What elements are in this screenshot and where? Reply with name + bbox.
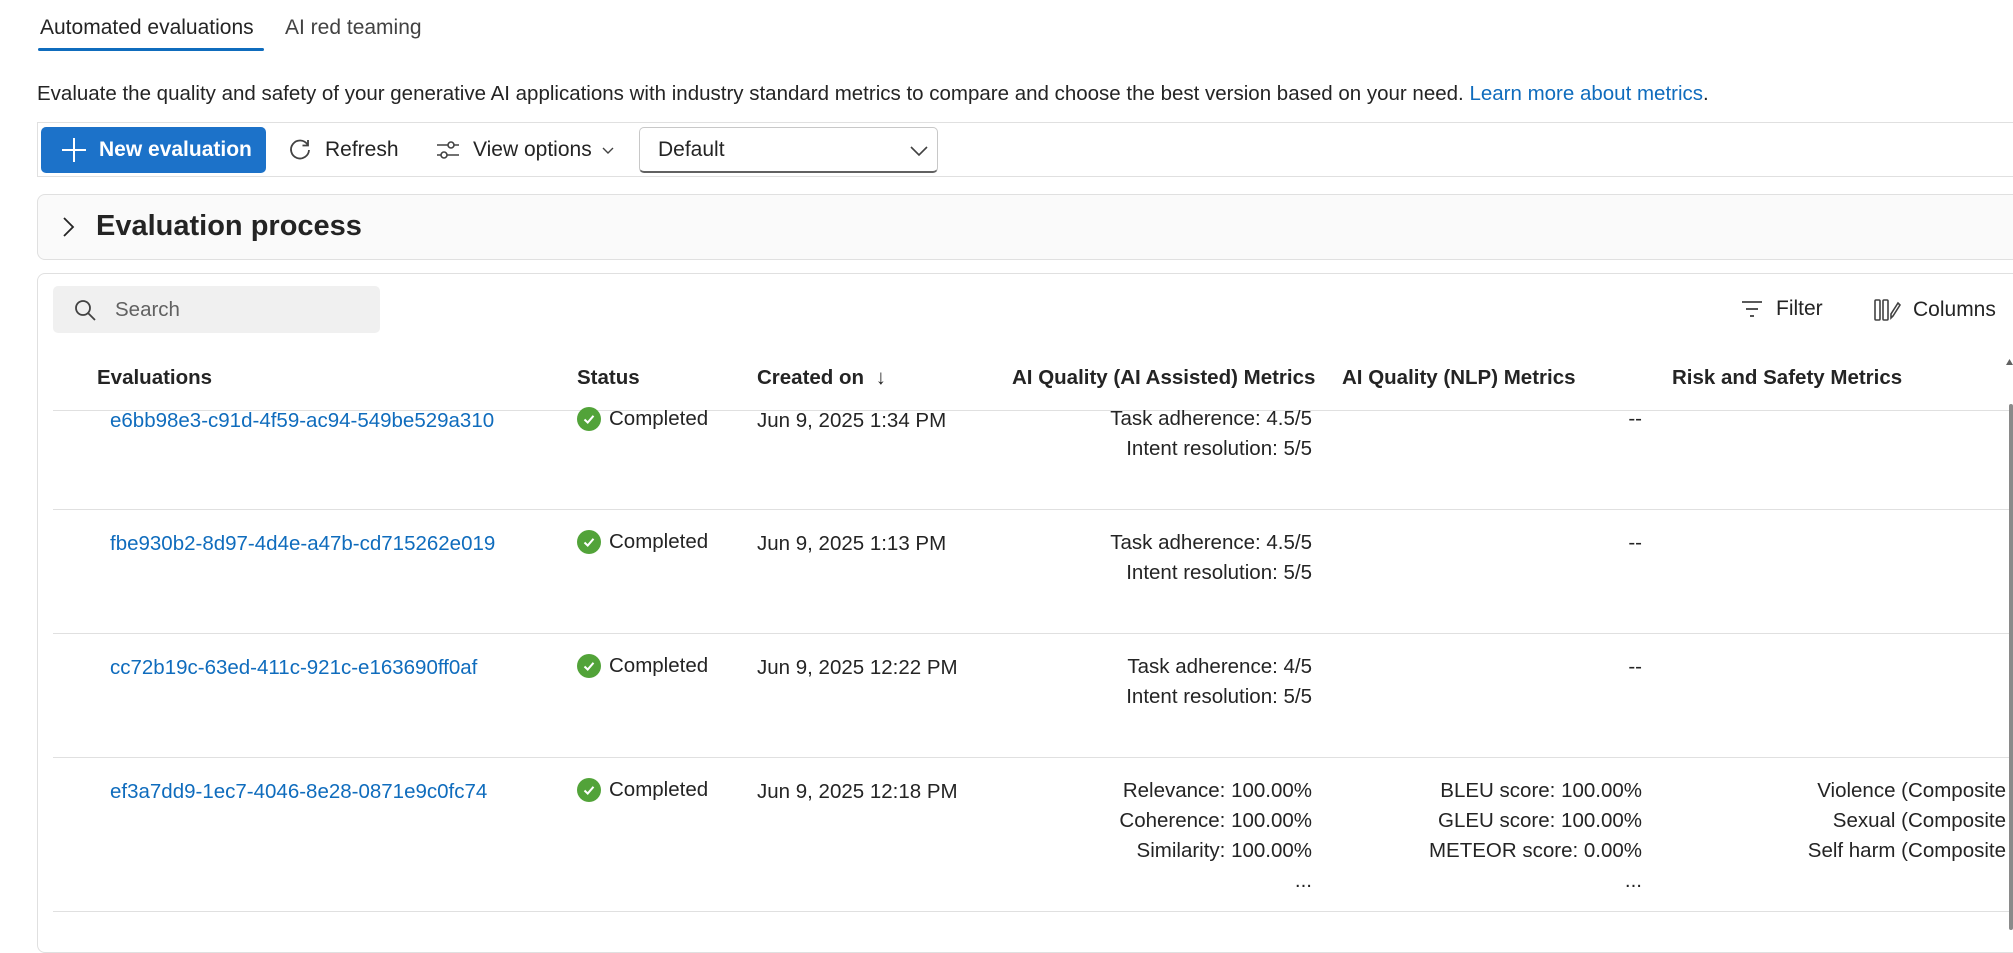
created-on-cell: Jun 9, 2025 12:22 PM bbox=[757, 656, 958, 679]
view-select-value: Default bbox=[658, 137, 725, 161]
status-text: Completed bbox=[609, 407, 709, 430]
new-evaluation-label: New evaluation bbox=[99, 138, 252, 161]
metric-value: -- bbox=[1628, 407, 1642, 430]
nlp-metrics-cell: -- bbox=[1628, 528, 1642, 558]
status-text: Completed bbox=[609, 778, 709, 801]
metric-value: Intent resolution: 5/5 bbox=[1126, 685, 1312, 708]
status-text: Completed bbox=[609, 654, 709, 677]
view-options-button[interactable]: View options bbox=[435, 127, 628, 173]
search-input[interactable]: Search bbox=[115, 298, 180, 322]
nlp-metrics-cell: BLEU score: 100.00% GLEU score: 100.00% … bbox=[1429, 776, 1642, 896]
evaluation-link[interactable]: ef3a7dd9-1ec7-4046-8e28-0871e9c0fc74 bbox=[110, 780, 487, 804]
status-badge: Completed bbox=[577, 778, 708, 802]
description-period: . bbox=[1703, 82, 1709, 105]
row-divider bbox=[53, 911, 2013, 912]
vertical-scrollbar-thumb[interactable] bbox=[2009, 404, 2013, 930]
tab-automated-evaluations[interactable]: Automated evaluations bbox=[40, 16, 254, 40]
evaluation-link[interactable]: fbe930b2-8d97-4d4e-a47b-cd715262e019 bbox=[110, 532, 495, 556]
column-header-risk-safety-metrics[interactable]: Risk and Safety Metrics bbox=[1672, 366, 1902, 390]
row-divider bbox=[53, 757, 2013, 758]
learn-more-metrics-link[interactable]: Learn more about metrics bbox=[1469, 82, 1703, 105]
metric-value: METEOR score: 0.00% bbox=[1428, 839, 1642, 862]
created-on-cell: Jun 9, 2025 1:13 PM bbox=[757, 532, 947, 555]
metric-value: Violence (Composite bbox=[1817, 779, 2006, 802]
ai-assisted-metrics-cell: Task adherence: 4.5/5 Intent resolution:… bbox=[1110, 404, 1312, 464]
more-metrics-ellipsis[interactable]: ... bbox=[1119, 866, 1312, 896]
risk-metrics-cell: Violence (Composite Sexual (Composite Se… bbox=[1808, 776, 2006, 866]
ai-assisted-metrics-cell: Relevance: 100.00% Coherence: 100.00% Si… bbox=[1119, 776, 1312, 896]
description-text: Evaluate the quality and safety of your … bbox=[37, 82, 1464, 105]
page-description: Evaluate the quality and safety of your … bbox=[37, 82, 1709, 106]
view-options-label: View options bbox=[473, 138, 592, 161]
metric-value: Task adherence: 4.5/5 bbox=[1110, 531, 1312, 554]
status-text: Completed bbox=[609, 530, 709, 553]
nlp-metrics-cell: -- bbox=[1628, 652, 1642, 682]
evaluation-process-card[interactable]: Evaluation process bbox=[37, 194, 2013, 260]
checkmark-circle-icon bbox=[577, 407, 601, 431]
search-box[interactable]: Search bbox=[53, 286, 380, 333]
sliders-icon bbox=[437, 141, 459, 159]
metric-value: Similarity: 100.00% bbox=[1136, 839, 1312, 862]
more-metrics-ellipsis[interactable]: ... bbox=[1429, 866, 1642, 896]
evaluation-process-title: Evaluation process bbox=[96, 210, 362, 242]
metric-value: GLEU score: 100.00% bbox=[1438, 809, 1642, 832]
column-header-evaluations[interactable]: Evaluations bbox=[97, 366, 212, 390]
checkmark-circle-icon bbox=[577, 654, 601, 678]
filter-button[interactable]: Filter bbox=[1740, 297, 1823, 321]
new-evaluation-button[interactable]: New evaluation bbox=[41, 127, 266, 173]
active-tab-indicator bbox=[38, 48, 264, 51]
refresh-label: Refresh bbox=[325, 138, 399, 161]
filter-icon bbox=[1742, 301, 1762, 317]
metric-value: -- bbox=[1628, 531, 1642, 554]
column-header-nlp-metrics[interactable]: AI Quality (NLP) Metrics bbox=[1342, 366, 1576, 390]
toolbar-divider-left bbox=[37, 122, 38, 177]
metric-value: Coherence: 100.00% bbox=[1119, 809, 1312, 832]
metric-value: BLEU score: 100.00% bbox=[1440, 779, 1642, 802]
created-on-cell: Jun 9, 2025 12:18 PM bbox=[757, 780, 958, 803]
metric-value: Sexual (Composite bbox=[1832, 809, 2006, 832]
plus-icon bbox=[62, 138, 86, 162]
column-header-ai-assisted-metrics[interactable]: AI Quality (AI Assisted) Metrics bbox=[1012, 366, 1315, 390]
evaluation-link[interactable]: e6bb98e3-c91d-4f59-ac94-549be529a310 bbox=[110, 409, 494, 433]
status-badge: Completed bbox=[577, 654, 708, 678]
refresh-icon bbox=[290, 139, 310, 160]
columns-button[interactable]: Columns bbox=[1873, 297, 1996, 323]
ai-assisted-metrics-cell: Task adherence: 4.5/5 Intent resolution:… bbox=[1110, 528, 1312, 588]
tab-ai-red-teaming[interactable]: AI red teaming bbox=[285, 16, 422, 40]
column-header-status[interactable]: Status bbox=[577, 366, 640, 390]
metric-value: -- bbox=[1628, 655, 1642, 678]
row-divider bbox=[53, 633, 2013, 634]
metric-value: Task adherence: 4/5 bbox=[1127, 655, 1312, 678]
metric-value: Intent resolution: 5/5 bbox=[1126, 561, 1312, 584]
search-icon bbox=[75, 299, 96, 321]
scroll-up-arrow-icon[interactable] bbox=[2006, 358, 2013, 366]
filter-label: Filter bbox=[1776, 297, 1823, 320]
sort-descending-icon: ↓ bbox=[875, 366, 887, 389]
nlp-metrics-cell: -- bbox=[1628, 404, 1642, 434]
created-on-cell: Jun 9, 2025 1:34 PM bbox=[757, 409, 947, 432]
metric-value: Self harm (Composite bbox=[1807, 839, 2006, 862]
toolbar-divider-top bbox=[37, 122, 2013, 123]
chevron-right-icon bbox=[63, 217, 75, 237]
checkmark-circle-icon bbox=[577, 530, 601, 554]
toolbar-divider-bottom bbox=[37, 176, 2013, 177]
metric-value: Relevance: 100.00% bbox=[1122, 779, 1312, 802]
refresh-button[interactable]: Refresh bbox=[287, 127, 399, 173]
row-divider bbox=[53, 509, 2013, 510]
chevron-down-icon bbox=[602, 147, 614, 154]
chevron-down-icon bbox=[910, 146, 928, 157]
ai-assisted-metrics-cell: Task adherence: 4/5 Intent resolution: 5… bbox=[1126, 652, 1312, 712]
checkmark-circle-icon bbox=[577, 778, 601, 802]
status-badge: Completed bbox=[577, 407, 708, 431]
created-on-label: Created on bbox=[757, 366, 865, 389]
view-select-dropdown[interactable]: Default bbox=[639, 127, 938, 173]
metric-value: Task adherence: 4.5/5 bbox=[1110, 407, 1312, 430]
column-header-created-on[interactable]: Created on ↓ bbox=[757, 366, 886, 390]
columns-label: Columns bbox=[1913, 298, 1996, 321]
metric-value: Intent resolution: 5/5 bbox=[1126, 437, 1312, 460]
columns-edit-icon bbox=[1874, 299, 1901, 321]
evaluation-link[interactable]: cc72b19c-63ed-411c-921c-e163690ff0af bbox=[110, 656, 477, 680]
status-badge: Completed bbox=[577, 530, 708, 554]
